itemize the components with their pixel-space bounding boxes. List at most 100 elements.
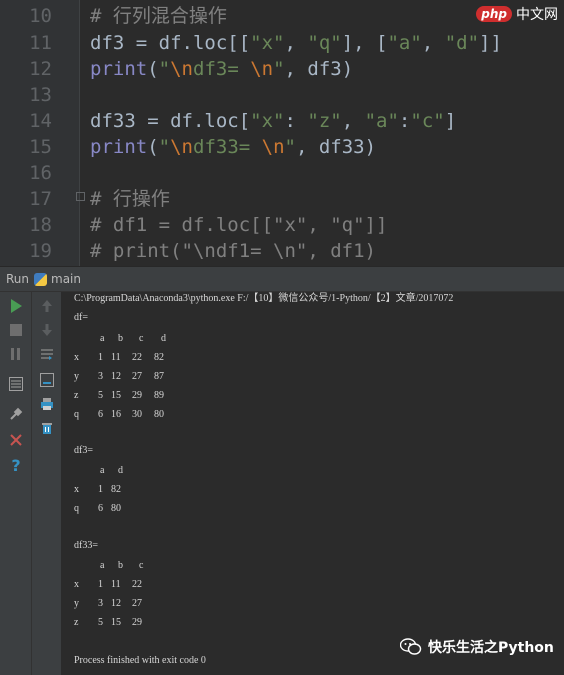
code-token: ( [147, 58, 159, 80]
code-token: print [90, 136, 148, 158]
code-token: , [341, 110, 365, 132]
run-console-output[interactable]: C:\ProgramData\Anaconda3\python.exe F:/【… [63, 292, 564, 675]
table-cell: 15 [111, 617, 121, 628]
wechat-icon [399, 638, 422, 656]
code-line[interactable]: print("\ndf33= \n", df33) [90, 134, 376, 160]
code-token: "q" [307, 32, 342, 54]
code-token: # 行操作 [90, 188, 170, 210]
scroll-to-end-icon[interactable] [37, 370, 57, 390]
pin-icon[interactable] [6, 404, 26, 424]
line-number: 15 [29, 136, 52, 158]
table-cell: 12 [111, 598, 121, 609]
rerun-icon[interactable] [6, 296, 26, 316]
table-cell: 3 [98, 371, 103, 382]
row-index: x [74, 484, 79, 495]
line-number: 12 [29, 58, 52, 80]
run-toolbar-right [32, 292, 62, 675]
line-number: 10 [29, 5, 52, 27]
php-watermark: php 中文网 [476, 2, 558, 26]
pause-icon[interactable] [6, 344, 26, 364]
help-icon[interactable]: ? [6, 455, 26, 475]
df3-label: df3= [74, 445, 93, 456]
table-cell: 27 [132, 371, 142, 382]
close-icon[interactable] [6, 430, 26, 450]
column-header: b [118, 560, 123, 571]
print-icon[interactable] [37, 394, 57, 414]
stop-icon[interactable] [6, 320, 26, 340]
run-tool-window-header: Run main [0, 266, 564, 292]
code-token: ] [444, 110, 457, 132]
row-index: z [74, 390, 79, 401]
code-token: " [158, 136, 171, 158]
code-token: \n [261, 136, 285, 158]
code-line[interactable]: # df1 = df.loc[["x", "q"]] [90, 212, 387, 238]
row-index: x [74, 579, 79, 590]
table-cell: 15 [111, 390, 121, 401]
wechat-watermark: 快乐生活之Python [399, 637, 554, 657]
column-header: c [139, 560, 144, 571]
code-token: "a" [387, 32, 422, 54]
column-header: c [139, 333, 144, 344]
code-line[interactable]: df33 = df.loc["x": "z", "a":"c"] [90, 108, 456, 134]
table-cell: 80 [111, 503, 121, 514]
row-index: q [74, 503, 79, 514]
code-token: \n [170, 58, 193, 80]
code-line[interactable]: df3 = df.loc[["x", "q"], ["a", "d"]] [90, 30, 502, 56]
table-cell: 6 [98, 503, 103, 514]
table-cell: 1 [98, 352, 103, 363]
down-arrow-icon[interactable] [37, 320, 57, 340]
code-token: # df1 = df.loc[["x", "q"]] [90, 214, 388, 236]
code-line[interactable]: # print("\ndf1= \n", df1) [90, 238, 376, 264]
code-token: df3 = df.loc[[ [90, 32, 251, 54]
table-cell: 29 [132, 390, 142, 401]
table-cell: 30 [132, 409, 142, 420]
code-token: " [284, 136, 296, 158]
line-number-gutter: 10 11 12 13 14 15 16 17 18 19 [0, 0, 80, 266]
table-cell: 22 [132, 579, 142, 590]
table-cell: 27 [132, 598, 142, 609]
row-index: z [74, 617, 79, 628]
code-token: ( [147, 136, 159, 158]
column-header: d [161, 333, 166, 344]
table-cell: 11 [111, 352, 121, 363]
code-line[interactable]: print("\ndf3= \n", df3) [90, 56, 353, 82]
line-number: 11 [29, 32, 52, 54]
fold-marker-icon[interactable] [76, 192, 85, 201]
table-cell: 80 [154, 409, 164, 420]
soft-wrap-icon[interactable] [37, 344, 57, 364]
up-arrow-icon[interactable] [37, 296, 57, 316]
line-number: 17 [29, 188, 52, 210]
row-index: x [74, 352, 79, 363]
code-line[interactable]: # 行操作 [90, 186, 170, 212]
php-logo-text: 中文网 [516, 7, 558, 23]
table-cell: 12 [111, 371, 121, 382]
table-cell: 82 [154, 352, 164, 363]
column-header: b [118, 333, 123, 344]
code-token: "d" [444, 32, 480, 54]
code-token: \n [250, 58, 274, 80]
code-line[interactable]: # 行列混合操作 [90, 3, 227, 29]
row-index: y [74, 371, 79, 382]
code-token: \n [170, 136, 193, 158]
run-label: Run [6, 272, 30, 286]
df-label: df= [74, 312, 88, 323]
line-number: 19 [29, 240, 52, 262]
column-header: a [100, 465, 105, 476]
code-token: "x" [250, 32, 285, 54]
code-token: df33= [193, 136, 262, 158]
code-editor[interactable]: 10 11 12 13 14 15 16 17 18 19 # 行列混合操作 df3 = df.lo… [0, 0, 564, 266]
console-command-line: C:\ProgramData\Anaconda3\python.exe F:/【… [74, 293, 454, 304]
trash-icon[interactable] [37, 418, 57, 438]
table-cell: 22 [132, 352, 142, 363]
row-index: q [74, 409, 79, 420]
exit-message: Process finished with exit code 0 [74, 655, 206, 666]
code-token: df33 = df.loc[ [90, 110, 251, 132]
column-header: a [100, 560, 105, 571]
run-config-name[interactable]: main [51, 272, 81, 286]
code-token: "c" [410, 110, 445, 132]
column-header: a [100, 333, 105, 344]
code-token: # print("\ndf1= \n", df1) [90, 240, 376, 262]
df33-label: df33= [74, 540, 98, 551]
layout-icon[interactable] [6, 374, 26, 394]
table-cell: 29 [132, 617, 142, 628]
